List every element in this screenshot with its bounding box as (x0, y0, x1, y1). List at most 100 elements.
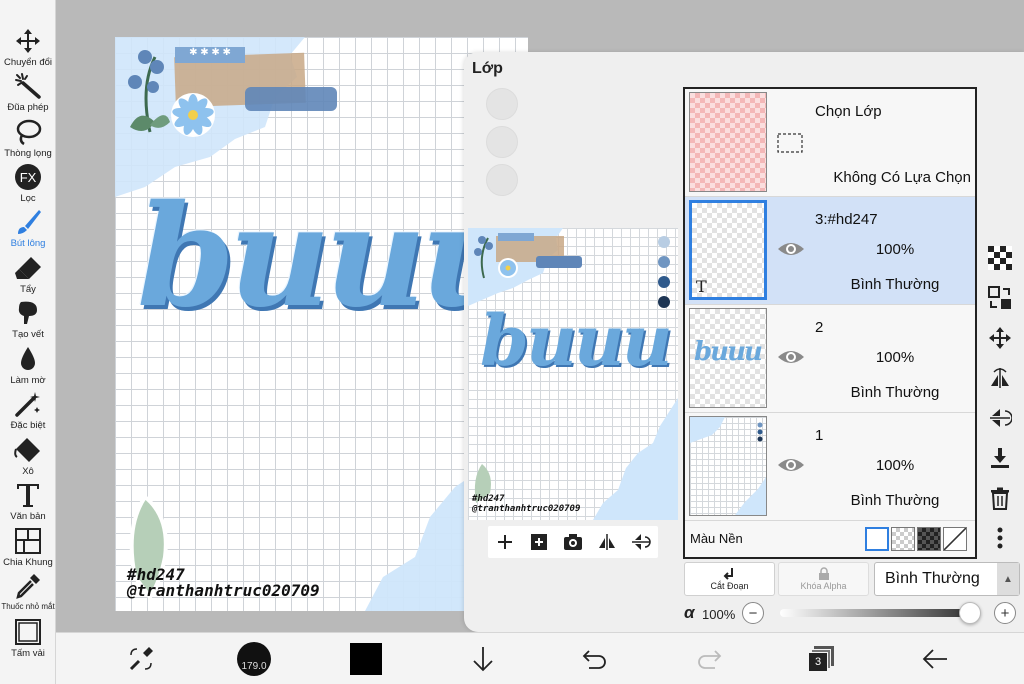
more-options-button[interactable] (984, 522, 1016, 554)
layer-swap-icon (988, 286, 1011, 309)
layer-thumbnail (689, 416, 767, 516)
history-dot (486, 126, 518, 158)
opacity-increase-button[interactable]: + (994, 602, 1016, 624)
undo-button[interactable] (578, 643, 612, 675)
tool-eraser[interactable]: Tẩy (0, 253, 56, 295)
bottom-bar: 179.0 3 (56, 632, 1024, 684)
tool-brush[interactable]: Bút lông (0, 207, 56, 249)
opacity-slider-knob[interactable] (959, 602, 981, 624)
bg-dark-checker-option[interactable] (917, 527, 941, 551)
back-button[interactable] (918, 643, 952, 675)
tool-eyedropper[interactable]: Thuốc nhỏ mắt (0, 571, 56, 611)
text-icon (17, 484, 39, 507)
layer-opacity: 100% (875, 241, 915, 258)
tool-special[interactable]: Đặc biệt (0, 389, 56, 431)
tool-label: Đũa phép (7, 102, 49, 113)
tool-magic-wand[interactable]: Đũa phép (0, 71, 56, 113)
flip-vertical-icon (632, 534, 651, 550)
brush-size-value: 179.0 (241, 661, 267, 672)
layer-row[interactable]: 1 100% Bình Thường (685, 413, 975, 521)
quick-tools-button[interactable] (124, 643, 158, 675)
bg-none-option[interactable] (943, 527, 967, 551)
color-picker-button[interactable] (348, 643, 384, 675)
eraser-icon (15, 257, 41, 279)
alpha-lock-button[interactable]: Khóa Alpha (778, 562, 869, 596)
eyedropper-icon (16, 574, 40, 599)
visibility-eye-icon[interactable] (777, 239, 805, 259)
delete-layer-button[interactable] (984, 482, 1016, 514)
flip-vertical-button[interactable] (630, 531, 652, 553)
move-layer-button[interactable] (984, 322, 1016, 354)
opacity-value: 100% (702, 607, 736, 622)
selection-layer-row[interactable]: Chọn Lớp Không Có Lựa Chọn (685, 89, 975, 197)
merge-layers-button[interactable] (984, 282, 1016, 314)
layer-opacity: 100% (875, 349, 915, 366)
tool-filter[interactable]: FX Lọc (0, 162, 56, 204)
tool-smudge[interactable]: Tạo vết (0, 298, 56, 340)
redo-icon (698, 650, 722, 669)
tool-label: Tẩy (20, 284, 36, 295)
opacity-slider[interactable] (780, 602, 981, 624)
bg-light-checker-option[interactable] (891, 527, 915, 551)
preview-credit: @tranthanhtruc020709 (472, 504, 581, 514)
visibility-eye-icon[interactable] (777, 455, 805, 475)
flip-horizontal-button[interactable] (596, 531, 618, 553)
layer-thumbnail: buuu (689, 308, 767, 408)
add-layer-button[interactable] (494, 531, 516, 553)
background-color-row: Màu Nền (685, 521, 975, 557)
add-box-icon (531, 534, 547, 550)
clipping-button[interactable]: Cắt Đoạn (684, 562, 775, 596)
trash-icon (991, 487, 1009, 510)
tool-label: Lọc (20, 193, 36, 204)
bucket-icon (14, 438, 40, 462)
tool-canvas[interactable]: Tấm vải (0, 617, 56, 659)
canvas-preview[interactable]: buuu #hd247 @tranthanhtruc020709 (468, 228, 678, 520)
clipping-label: Cắt Đoạn (710, 581, 749, 591)
checkerboard-icon (988, 246, 1012, 270)
opacity-decrease-button[interactable]: − (742, 602, 764, 624)
layer-action-bar (488, 526, 658, 558)
layer-blend-mode: Bình Thường (850, 384, 940, 401)
merge-down-button[interactable] (984, 442, 1016, 474)
layer-row[interactable]: buuu 2 100% Bình Thường (685, 305, 975, 413)
tool-frame-divider[interactable]: Chia Khung (0, 526, 56, 568)
blur-drop-icon (21, 347, 35, 370)
layers-button[interactable]: 3 (804, 643, 838, 675)
clip-arrow-icon (723, 568, 733, 580)
tool-bucket[interactable]: Xô (0, 435, 56, 477)
tool-label: Tấm vải (11, 648, 45, 659)
layer-name: 2 (815, 319, 824, 336)
checker-fill-button[interactable] (984, 242, 1016, 274)
layer-thumbnail: T (689, 200, 767, 300)
add-layer-from-copy-button[interactable] (528, 531, 550, 553)
download-button[interactable] (466, 643, 500, 675)
canvas-credit: @tranthanhtruc020709 (127, 581, 320, 600)
plus-icon (498, 535, 512, 549)
fx-filter-icon: FX (15, 164, 41, 190)
tool-blur[interactable]: Làm mờ (0, 344, 56, 386)
flip-vertical-layer-button[interactable] (984, 402, 1016, 434)
blend-mode-select[interactable]: Bình Thường ▲ (874, 562, 1020, 596)
tool-label: Văn bản (10, 511, 46, 522)
tool-lasso[interactable]: Thòng lọng (0, 117, 56, 159)
import-photo-button[interactable] (562, 531, 584, 553)
selection-thumbnail (689, 92, 767, 192)
brush-size-button[interactable]: 179.0 (234, 642, 274, 676)
visibility-eye-icon[interactable] (777, 347, 805, 367)
caret-up-icon: ▲ (997, 563, 1019, 595)
tool-transform[interactable]: Chuyển đổi (0, 26, 56, 68)
redo-button[interactable] (692, 643, 726, 675)
primary-color-swatch (350, 643, 382, 675)
plus-icon: + (1000, 604, 1010, 622)
tool-text[interactable]: Văn bản (0, 480, 56, 522)
tool-label: Chuyển đổi (3, 57, 53, 68)
minus-icon: − (748, 604, 758, 622)
canvas-lettering: buuu (137, 175, 522, 339)
layer-row[interactable]: T 3:#hd247 100% Bình Thường (685, 197, 975, 305)
flip-horizontal-layer-button[interactable] (984, 362, 1016, 394)
layer-blend-mode: Bình Thường (850, 276, 940, 293)
smudge-icon (18, 301, 37, 324)
arrow-down-icon (473, 647, 493, 672)
bg-white-option[interactable] (865, 527, 889, 551)
flip-horizontal-icon (991, 368, 1009, 388)
